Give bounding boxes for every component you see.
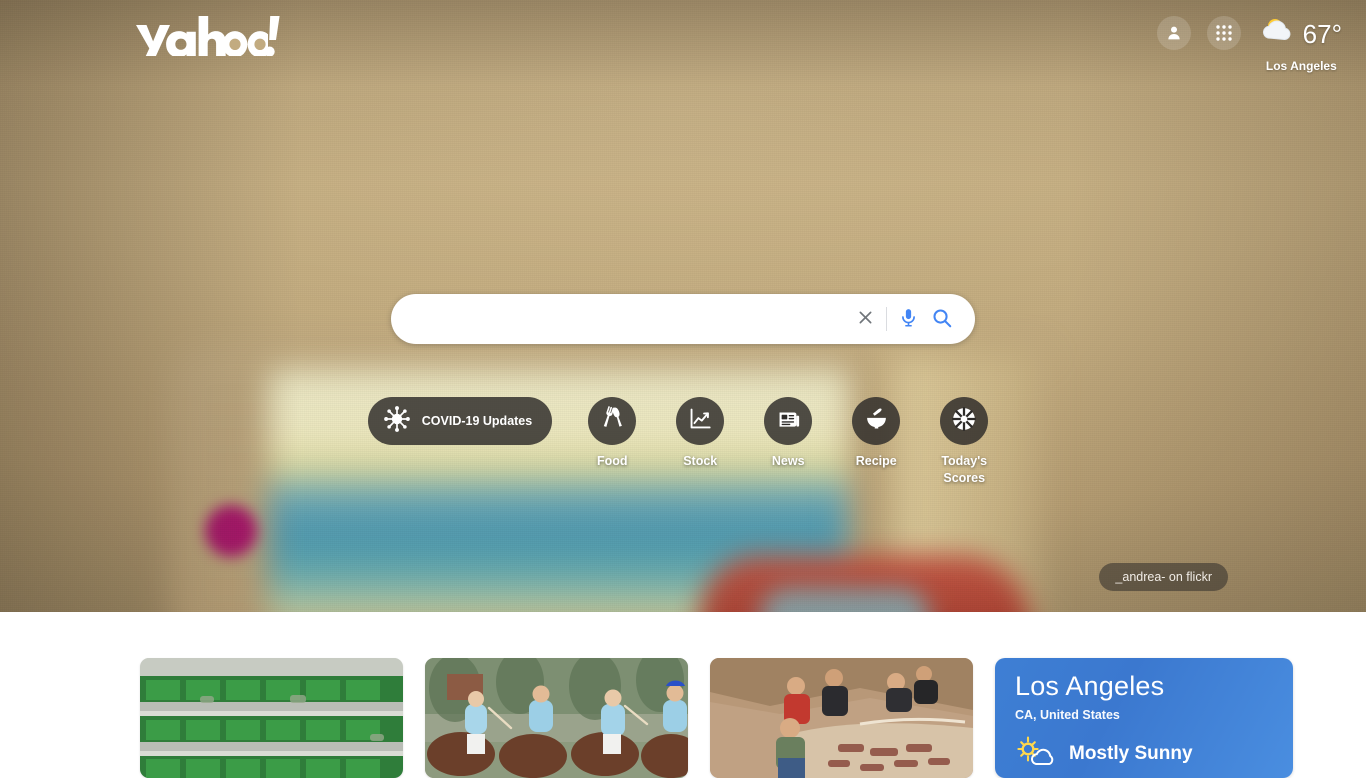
weather-card-region: CA, United States — [1015, 707, 1120, 722]
apps-grid-icon — [1215, 24, 1233, 42]
shortcut-label: Recipe — [855, 454, 897, 468]
thumbnail-supermarket-shelves[interactable] — [140, 658, 403, 778]
yahoo-logo[interactable]: yahoo! — [134, 14, 282, 56]
mortar-pestle-icon — [864, 406, 889, 436]
search-icon — [931, 307, 953, 332]
thumbnail-fossil-dig[interactable] — [710, 658, 973, 778]
header-actions: 67° Los Angeles — [1156, 14, 1342, 73]
weather-widget[interactable]: 67° Los Angeles — [1261, 16, 1342, 73]
clear-search-button[interactable] — [848, 302, 882, 336]
microphone-icon — [898, 307, 919, 331]
shortcut-label: Today's Scores — [941, 454, 988, 485]
shortcut-label: COVID-19 Updates — [421, 413, 533, 428]
sun-behind-cloud-icon — [1261, 16, 1295, 51]
photo-credit[interactable]: _andrea- on flickr — [1099, 563, 1228, 591]
weather-temperature: 67° — [1302, 18, 1342, 49]
weather-city: Los Angeles — [1265, 59, 1337, 73]
close-icon — [856, 308, 875, 330]
search-input[interactable] — [413, 294, 848, 344]
shortcut-stock[interactable]: Stock — [666, 397, 734, 470]
hero-section: yahoo! — [0, 0, 1366, 612]
apps-grid-button[interactable] — [1206, 16, 1241, 50]
search-divider — [886, 307, 887, 331]
basketball-icon — [951, 406, 977, 437]
search-bar[interactable] — [391, 294, 975, 344]
profile-button[interactable] — [1156, 16, 1191, 50]
weather-card[interactable]: Los Angeles CA, United States Mostly Sun… — [995, 658, 1293, 778]
weather-card-city: Los Angeles — [1015, 671, 1165, 701]
shortcut-label: Stock — [683, 454, 718, 468]
shortcut-label: Food — [596, 454, 628, 468]
weather-card-condition: Mostly Sunny — [1069, 743, 1193, 765]
shortcut-covid-19-updates[interactable]: COVID-19 Updates — [367, 397, 553, 445]
fork-knife-icon — [600, 406, 625, 436]
shortcut-recipe[interactable]: Recipe — [842, 397, 910, 470]
shortcut-food[interactable]: Food — [578, 397, 646, 470]
virus-icon — [383, 405, 410, 437]
search-area — [0, 294, 1366, 344]
shortcut-todays-scores[interactable]: Today's Scores — [930, 397, 998, 487]
line-chart-icon — [688, 406, 713, 436]
thumbnail-polo-players[interactable] — [425, 658, 688, 778]
shortcuts-row: COVID-19 Updates Food Stock News Recipe … — [0, 397, 1366, 487]
content-section: Los Angeles CA, United States Mostly Sun… — [0, 612, 1366, 778]
shortcut-news[interactable]: News — [754, 397, 822, 470]
newspaper-icon — [776, 406, 801, 436]
page-header: yahoo! — [0, 0, 1366, 78]
voice-search-button[interactable] — [891, 302, 925, 336]
person-icon — [1164, 23, 1184, 43]
sun-behind-cloud-icon — [1015, 736, 1055, 773]
submit-search-button[interactable] — [925, 302, 959, 336]
shortcut-label: News — [771, 454, 805, 468]
